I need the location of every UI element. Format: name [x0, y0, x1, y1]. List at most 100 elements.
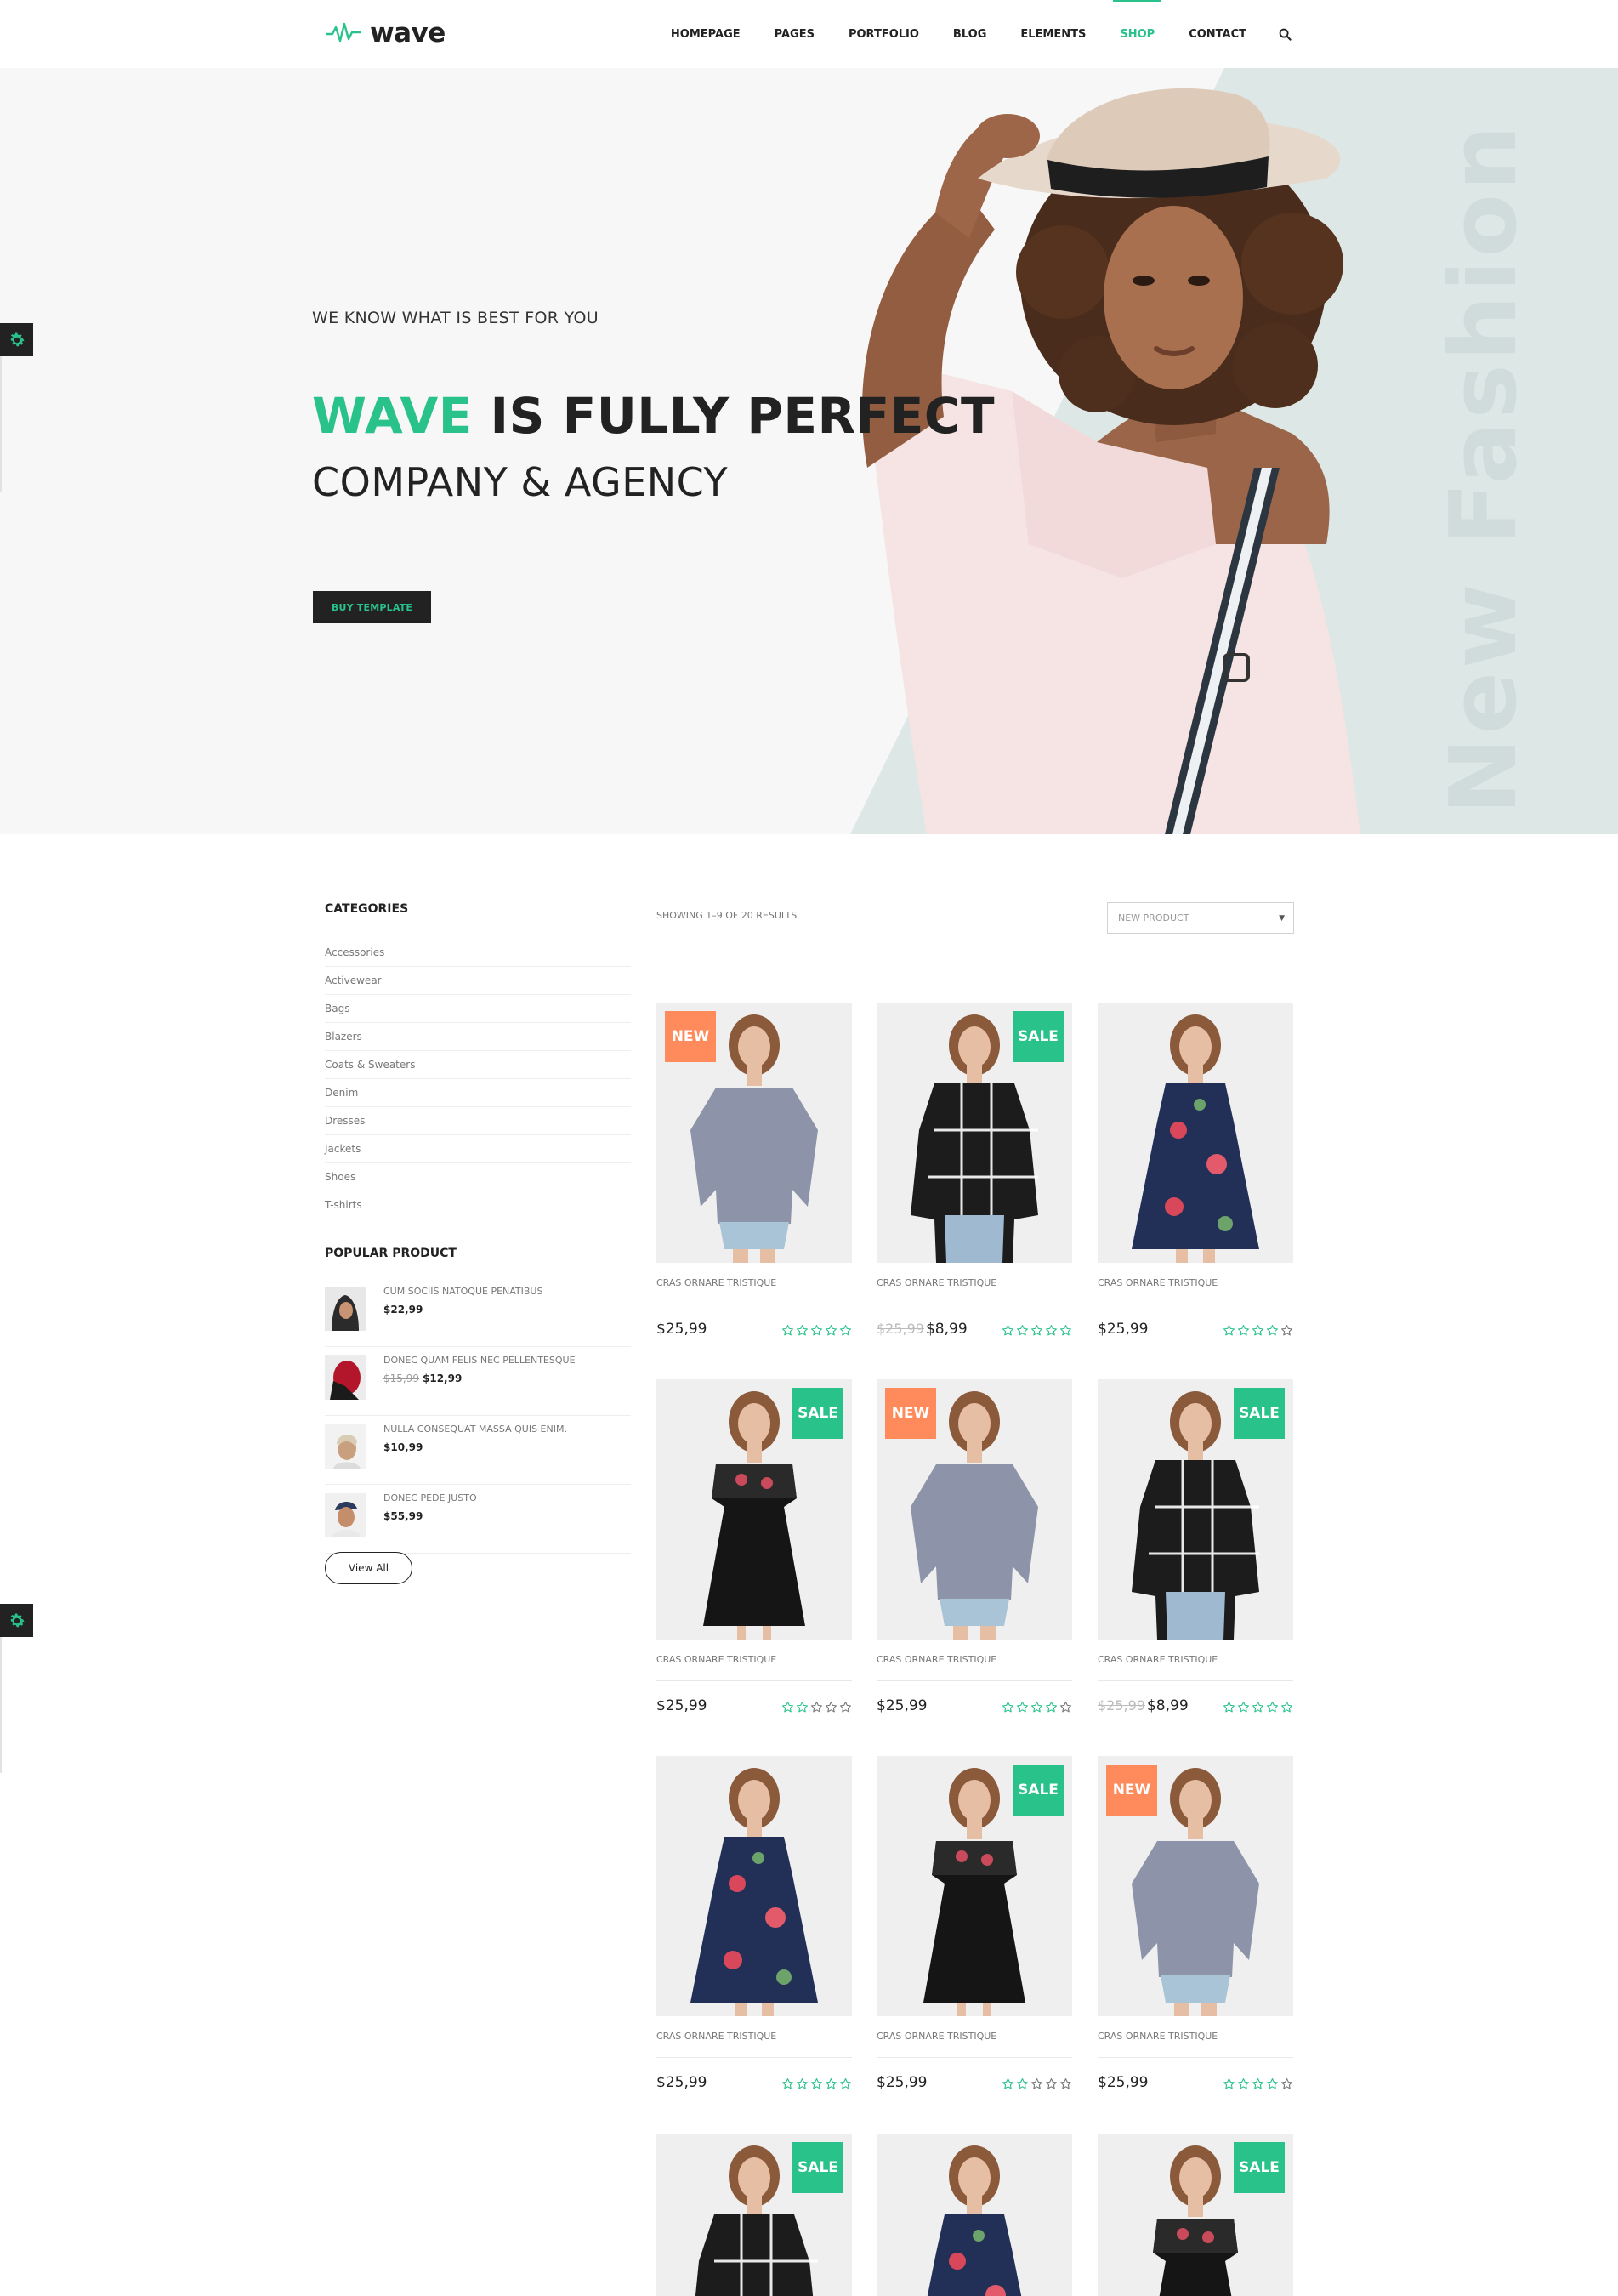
category-item[interactable]: Denim — [325, 1079, 631, 1107]
product-old-price: $25,99 — [1098, 1697, 1145, 1713]
settings-toggle-bottom[interactable] — [0, 1604, 33, 1637]
category-item[interactable]: Coats & Sweaters — [325, 1051, 631, 1079]
product-name[interactable]: CRAS ORNARE TRISTIQUE — [1098, 1654, 1218, 1665]
popular-product-thumbnail[interactable] — [325, 1493, 366, 1537]
logo-text: wave — [370, 18, 446, 48]
popular-product-name[interactable]: NULLA CONSEQUAT MASSA QUIS ENIM. — [383, 1424, 567, 1435]
star-empty-icon — [1060, 2078, 1071, 2089]
star-filled-icon — [826, 1325, 837, 1336]
product-badge-sale: SALE — [1013, 1011, 1064, 1062]
star-filled-icon — [1060, 1325, 1071, 1336]
category-item[interactable]: Activewear — [325, 967, 631, 995]
product-image[interactable]: NEW — [877, 1379, 1072, 1640]
product-image[interactable]: SALE — [877, 1756, 1072, 2016]
category-item[interactable]: Blazers — [325, 1023, 631, 1051]
product-rating — [1002, 1324, 1072, 1337]
product-badge-new: NEW — [885, 1388, 936, 1439]
main-nav: HOMEPAGE PAGES PORTFOLIO BLOG ELEMENTS SHOP CO… — [654, 0, 1292, 68]
product-name[interactable]: CRAS ORNARE TRISTIQUE — [1098, 1277, 1218, 1288]
product-name[interactable]: CRAS ORNARE TRISTIQUE — [656, 1277, 776, 1288]
popular-product-current-price: $22,99 — [383, 1304, 423, 1316]
star-filled-icon — [782, 2078, 793, 2089]
categories-title: CATEGORIES — [325, 902, 409, 916]
category-item[interactable]: T-shirts — [325, 1191, 631, 1219]
product-price: $25,99 — [656, 1697, 707, 1714]
product-badge-sale: SALE — [1234, 1388, 1285, 1439]
nav-item-pages[interactable]: PAGES — [758, 0, 832, 68]
product-image[interactable]: SALE — [877, 1003, 1072, 1263]
view-all-button[interactable]: View All — [325, 1552, 412, 1584]
popular-product-name[interactable]: CUM SOCIIS NATOQUE PENATIBUS — [383, 1286, 542, 1297]
product-name[interactable]: CRAS ORNARE TRISTIQUE — [877, 2031, 996, 2042]
search-icon — [1279, 28, 1292, 41]
star-filled-icon — [1267, 1702, 1278, 1713]
star-filled-icon — [1223, 2078, 1235, 2089]
popular-product-item[interactable]: DONEC QUAM FELIS NEC PELLENTESQUE $15,99 $… — [325, 1347, 631, 1416]
product-image[interactable] — [656, 1756, 852, 2016]
popular-product-item[interactable]: DONEC PEDE JUSTO $55,99 — [325, 1485, 631, 1554]
product-name[interactable]: CRAS ORNARE TRISTIQUE — [656, 2031, 776, 2042]
category-item[interactable]: Jackets — [325, 1135, 631, 1163]
settings-panel-edge-top — [0, 356, 2, 492]
hero-title: WAVE IS FULLY PERFECT — [312, 387, 995, 445]
product-current-price: $25,99 — [656, 1321, 707, 1338]
star-filled-icon — [797, 1325, 808, 1336]
product-rating — [781, 1701, 852, 1713]
popular-product-thumbnail[interactable] — [325, 1287, 366, 1331]
product-image[interactable]: SALE — [1098, 1379, 1293, 1640]
star-empty-icon — [1031, 2078, 1042, 2089]
nav-search-button[interactable] — [1263, 0, 1292, 68]
product-current-price: $25,99 — [1098, 2074, 1149, 2091]
nav-item-contact[interactable]: CONTACT — [1172, 0, 1263, 68]
star-filled-icon — [1223, 1325, 1235, 1336]
popular-product-name[interactable]: DONEC QUAM FELIS NEC PELLENTESQUE — [383, 1355, 576, 1366]
caret-down-icon: ▼ — [1279, 914, 1285, 923]
popular-product-item[interactable]: NULLA CONSEQUAT MASSA QUIS ENIM. $10,99 — [325, 1416, 631, 1485]
product-rating — [1223, 1701, 1293, 1713]
popular-product-name[interactable]: DONEC PEDE JUSTO — [383, 1492, 477, 1503]
category-item[interactable]: Accessories — [325, 939, 631, 967]
product-badge-new: NEW — [665, 1011, 716, 1062]
popular-product-thumbnail[interactable] — [325, 1355, 366, 1400]
category-item[interactable]: Shoes — [325, 1163, 631, 1191]
popular-product-item[interactable]: CUM SOCIIS NATOQUE PENATIBUS $22,99 — [325, 1278, 631, 1347]
hero-banner: New Fashion WE KNOW WHAT IS BEST FOR YOU… — [0, 68, 1618, 834]
product-name[interactable]: CRAS ORNARE TRISTIQUE — [1098, 2031, 1218, 2042]
nav-item-portfolio[interactable]: PORTFOLIO — [832, 0, 936, 68]
star-filled-icon — [1238, 2078, 1249, 2089]
product-image[interactable]: SALE — [1098, 2134, 1293, 2296]
product-price: $25,99 — [877, 1697, 927, 1714]
popular-product-old-price: $15,99 — [383, 1372, 419, 1384]
star-filled-icon — [797, 2078, 808, 2089]
product-image[interactable] — [877, 2134, 1072, 2296]
product-image[interactable]: NEW — [1098, 1756, 1293, 2016]
star-filled-icon — [1002, 2078, 1013, 2089]
category-item[interactable]: Bags — [325, 995, 631, 1023]
logo[interactable]: wave — [326, 15, 446, 51]
product-image[interactable]: SALE — [656, 2134, 852, 2296]
nav-item-shop[interactable]: SHOP — [1103, 0, 1172, 68]
product-current-price: $25,99 — [877, 2074, 928, 2091]
settings-toggle-top[interactable] — [0, 323, 33, 356]
site-header: wave HOMEPAGE PAGES PORTFOLIO BLOG ELEMENTS S… — [0, 0, 1618, 68]
sort-select[interactable]: NEW PRODUCT ▼ — [1107, 902, 1294, 934]
product-name[interactable]: CRAS ORNARE TRISTIQUE — [877, 1277, 996, 1288]
star-filled-icon — [1281, 1702, 1292, 1713]
nav-item-blog[interactable]: BLOG — [936, 0, 1003, 68]
nav-item-elements[interactable]: ELEMENTS — [1003, 0, 1103, 68]
buy-template-button[interactable]: BUY TEMPLATE — [313, 591, 431, 623]
star-filled-icon — [840, 1325, 851, 1336]
product-image[interactable] — [1098, 1003, 1293, 1263]
product-name[interactable]: CRAS ORNARE TRISTIQUE — [656, 1654, 776, 1665]
product-rating — [781, 1324, 852, 1337]
popular-product-thumbnail[interactable] — [325, 1424, 366, 1469]
category-item[interactable]: Dresses — [325, 1107, 631, 1135]
product-divider — [1098, 1680, 1293, 1681]
popular-product-list: CUM SOCIIS NATOQUE PENATIBUS $22,99 DONEC … — [325, 1278, 631, 1554]
hero-subtitle: COMPANY & AGENCY — [312, 459, 729, 505]
product-image[interactable]: SALE — [656, 1379, 852, 1640]
wave-logo-icon — [326, 22, 361, 43]
nav-item-homepage[interactable]: HOMEPAGE — [654, 0, 758, 68]
product-image[interactable]: NEW — [656, 1003, 852, 1263]
product-name[interactable]: CRAS ORNARE TRISTIQUE — [877, 1654, 996, 1665]
